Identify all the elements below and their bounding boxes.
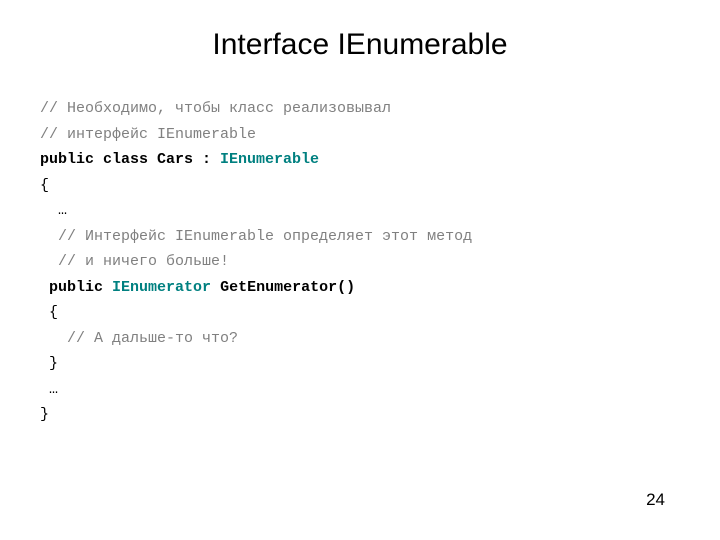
code-keyword-public: public: [49, 279, 112, 296]
code-comment-line-3: // Интерфейс IEnumerable определяет этот…: [40, 228, 472, 245]
code-method-name: GetEnumerator(): [220, 279, 355, 296]
code-comment-line-4: // и ничего больше!: [40, 253, 229, 270]
code-block: // Необходимо, чтобы класс реализовывал …: [40, 96, 680, 428]
code-comment-line-1: // Необходимо, чтобы класс реализовывал: [40, 100, 391, 117]
code-type-ienumerator: IEnumerator: [112, 279, 220, 296]
code-comment-line-5: // А дальше-то что?: [40, 330, 238, 347]
code-type-ienumerable: IEnumerable: [220, 151, 319, 168]
code-class-name: Cars :: [157, 151, 220, 168]
code-brace-close-inner: }: [40, 355, 58, 372]
code-comment-line-2: // интерфейс IEnumerable: [40, 126, 256, 143]
page-number: 24: [646, 490, 665, 510]
code-method-indent: [40, 279, 49, 296]
code-brace-open-inner: {: [40, 304, 58, 321]
code-ellipsis-end: …: [40, 381, 58, 398]
code-brace-open: {: [40, 177, 49, 194]
code-ellipsis: …: [40, 202, 67, 219]
code-brace-close: }: [40, 406, 49, 423]
slide-title: Interface IEnumerable: [40, 28, 680, 62]
code-keyword-public-class: public class: [40, 151, 157, 168]
